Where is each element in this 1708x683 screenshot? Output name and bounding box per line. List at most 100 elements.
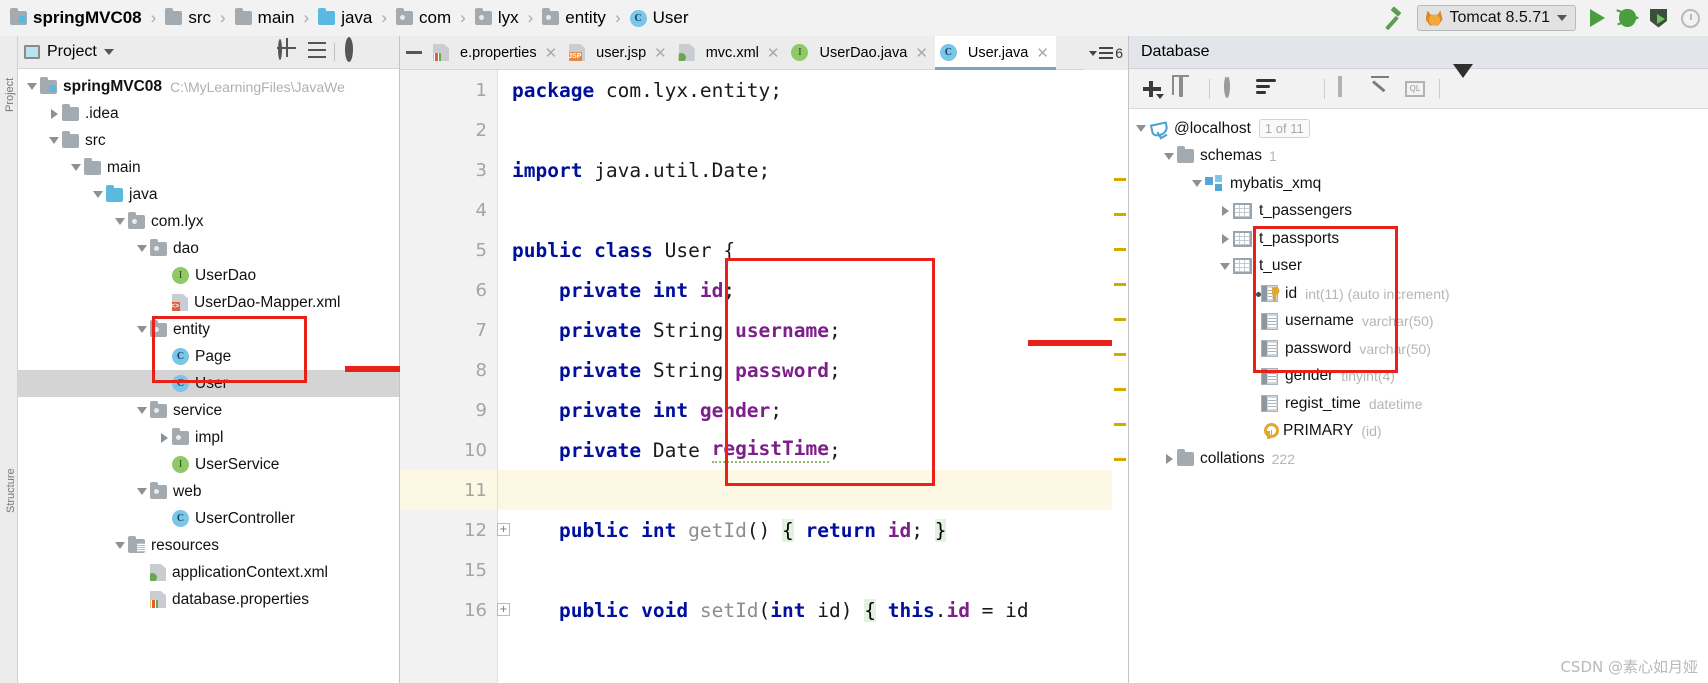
filter-icon[interactable]: [1452, 63, 1474, 100]
project-tree-row[interactable]: springMVC08 C:\MyLearningFiles\JavaWe: [18, 73, 399, 100]
collapse-arrow-icon[interactable]: [68, 154, 84, 181]
line-number[interactable]: 3: [400, 150, 497, 190]
project-tree-row[interactable]: C Page: [18, 343, 399, 370]
database-tree-row[interactable]: schemas 1: [1129, 143, 1708, 171]
line-number[interactable]: 2: [400, 110, 497, 150]
breadcrumb-item-user[interactable]: C User: [629, 0, 689, 36]
editor-tab-userdao-java[interactable]: I UserDao.java ✕: [786, 36, 934, 69]
project-tree[interactable]: springMVC08 C:\MyLearningFiles\JavaWe .ide…: [18, 69, 399, 613]
line-number[interactable]: 8: [400, 350, 497, 390]
project-tree-row[interactable]: <> UserDao-Mapper.xml: [18, 289, 399, 316]
code-line[interactable]: private int gender;: [498, 390, 1128, 430]
tab-list-icon[interactable]: [1099, 47, 1114, 59]
chevron-down-icon[interactable]: [103, 49, 114, 55]
breadcrumb-item-java[interactable]: java: [318, 0, 372, 36]
sync-icon[interactable]: [1256, 78, 1278, 100]
expand-arrow-icon[interactable]: [156, 424, 172, 451]
database-scroll-stripe[interactable]: [1112, 70, 1128, 683]
collapse-arrow-icon[interactable]: [112, 532, 128, 559]
project-tree-row[interactable]: C UserController: [18, 505, 399, 532]
code-line[interactable]: private int id;: [498, 270, 1128, 310]
line-number[interactable]: 11: [400, 470, 497, 510]
chevron-down-icon[interactable]: [1557, 15, 1567, 21]
code-line[interactable]: public class User {: [498, 230, 1128, 270]
copy-icon[interactable]: [1175, 75, 1197, 100]
query-console-icon[interactable]: QL: [1405, 78, 1427, 100]
database-tree-row[interactable]: password varchar(50): [1129, 335, 1708, 363]
database-tree-row[interactable]: id int(11) (auto increment): [1129, 280, 1708, 308]
project-tree-row[interactable]: main: [18, 154, 399, 181]
project-tree-row[interactable]: impl: [18, 424, 399, 451]
line-number[interactable]: 16 +: [400, 590, 510, 630]
database-tree-row[interactable]: t_user: [1129, 253, 1708, 281]
rail-label-project[interactable]: Project: [4, 60, 16, 112]
code-line[interactable]: [498, 110, 1128, 150]
project-tree-row[interactable]: .idea: [18, 100, 399, 127]
close-icon[interactable]: ✕: [545, 44, 558, 62]
chevron-down-icon[interactable]: [1089, 50, 1098, 56]
database-tree-row[interactable]: gender tinyint(4): [1129, 363, 1708, 391]
code-line[interactable]: [498, 550, 1128, 590]
collapse-arrow-icon[interactable]: [1189, 170, 1205, 197]
edit-icon[interactable]: [1371, 78, 1393, 100]
breadcrumb[interactable]: springMVC08 › src › main › java › com › lyx › entity…: [0, 0, 689, 36]
editor-tab-e-properties[interactable]: e.properties ✕: [428, 36, 564, 69]
collapse-arrow-icon[interactable]: [134, 397, 150, 424]
project-tree-row[interactable]: web: [18, 478, 399, 505]
rail-label-structure[interactable]: Structure: [5, 451, 17, 513]
select-opened-file-button[interactable]: [276, 39, 298, 63]
expand-arrow-icon[interactable]: [1161, 445, 1177, 472]
settings-button[interactable]: [342, 37, 364, 63]
editor-tab-user-jsp[interactable]: JSP user.jsp ✕: [564, 36, 674, 69]
refresh-icon[interactable]: [1222, 74, 1244, 100]
line-number[interactable]: 5: [400, 230, 497, 270]
collapse-arrow-icon[interactable]: [134, 478, 150, 505]
add-data-source-icon[interactable]: [1141, 78, 1164, 100]
line-number[interactable]: 9: [400, 390, 497, 430]
database-tree-row[interactable]: regist_time datetime: [1129, 390, 1708, 418]
project-tree-row[interactable]: database.properties: [18, 586, 399, 613]
project-tree-row[interactable]: I UserDao: [18, 262, 399, 289]
code-line[interactable]: public int getId() { return id; }: [498, 510, 1128, 550]
stop-icon[interactable]: [1290, 78, 1312, 100]
database-tree-row[interactable]: mybatis_xmq: [1129, 170, 1708, 198]
run-with-coverage-icon[interactable]: [1650, 8, 1667, 28]
expand-arrow-icon[interactable]: [1217, 198, 1233, 225]
project-tree-row[interactable]: applicationContext.xml: [18, 559, 399, 586]
project-tree-row[interactable]: I UserService: [18, 451, 399, 478]
breadcrumb-item-com[interactable]: com: [396, 0, 451, 36]
build-project-icon[interactable]: [1381, 7, 1403, 29]
collapse-arrow-icon[interactable]: [90, 181, 106, 208]
expand-arrow-icon[interactable]: [1217, 225, 1233, 252]
run-icon[interactable]: [1590, 9, 1605, 27]
code-editor[interactable]: 1 2 3 4 5 6 7 8 9 10 11 12 +15 16 + package com.lyx.en…: [400, 70, 1128, 683]
close-icon[interactable]: ✕: [915, 44, 928, 62]
code-line[interactable]: package com.lyx.entity;: [498, 70, 1128, 110]
code-line[interactable]: private Date registTime;: [498, 430, 1128, 470]
line-number-gutter[interactable]: 1 2 3 4 5 6 7 8 9 10 11 12 +15 16 +: [400, 70, 510, 683]
project-tree-row[interactable]: service: [18, 397, 399, 424]
line-number[interactable]: 6: [400, 270, 497, 310]
expand-arrow-icon[interactable]: [46, 100, 62, 127]
database-tree-row[interactable]: collations 222: [1129, 445, 1708, 473]
code-line[interactable]: public void setId(int id) { this. id = id: [498, 590, 1128, 630]
code-line[interactable]: import java.util.Date;: [498, 150, 1128, 190]
editor-tab-user-java[interactable]: C User.java ✕: [934, 36, 1056, 70]
database-tree-row[interactable]: username varchar(50): [1129, 308, 1708, 336]
collapse-arrow-icon[interactable]: [134, 235, 150, 262]
code-line[interactable]: [498, 190, 1128, 230]
editor-tab-mvc-xml[interactable]: mvc.xml ✕: [674, 36, 787, 69]
project-tree-row[interactable]: entity: [18, 316, 399, 343]
code-line[interactable]: private String username;: [498, 310, 1128, 350]
project-tree-row[interactable]: dao: [18, 235, 399, 262]
collapse-all-button[interactable]: [305, 41, 327, 63]
debug-icon[interactable]: [1619, 9, 1636, 27]
code-line[interactable]: [498, 470, 1128, 510]
breadcrumb-item-entity[interactable]: entity: [542, 0, 606, 36]
project-tree-row[interactable]: java: [18, 181, 399, 208]
close-icon[interactable]: ✕: [1036, 44, 1049, 62]
collapse-arrow-icon[interactable]: [1133, 115, 1149, 142]
project-tree-row[interactable]: com.lyx: [18, 208, 399, 235]
project-tree-row[interactable]: C User: [18, 370, 399, 397]
collapse-arrow-icon[interactable]: [1217, 253, 1233, 280]
